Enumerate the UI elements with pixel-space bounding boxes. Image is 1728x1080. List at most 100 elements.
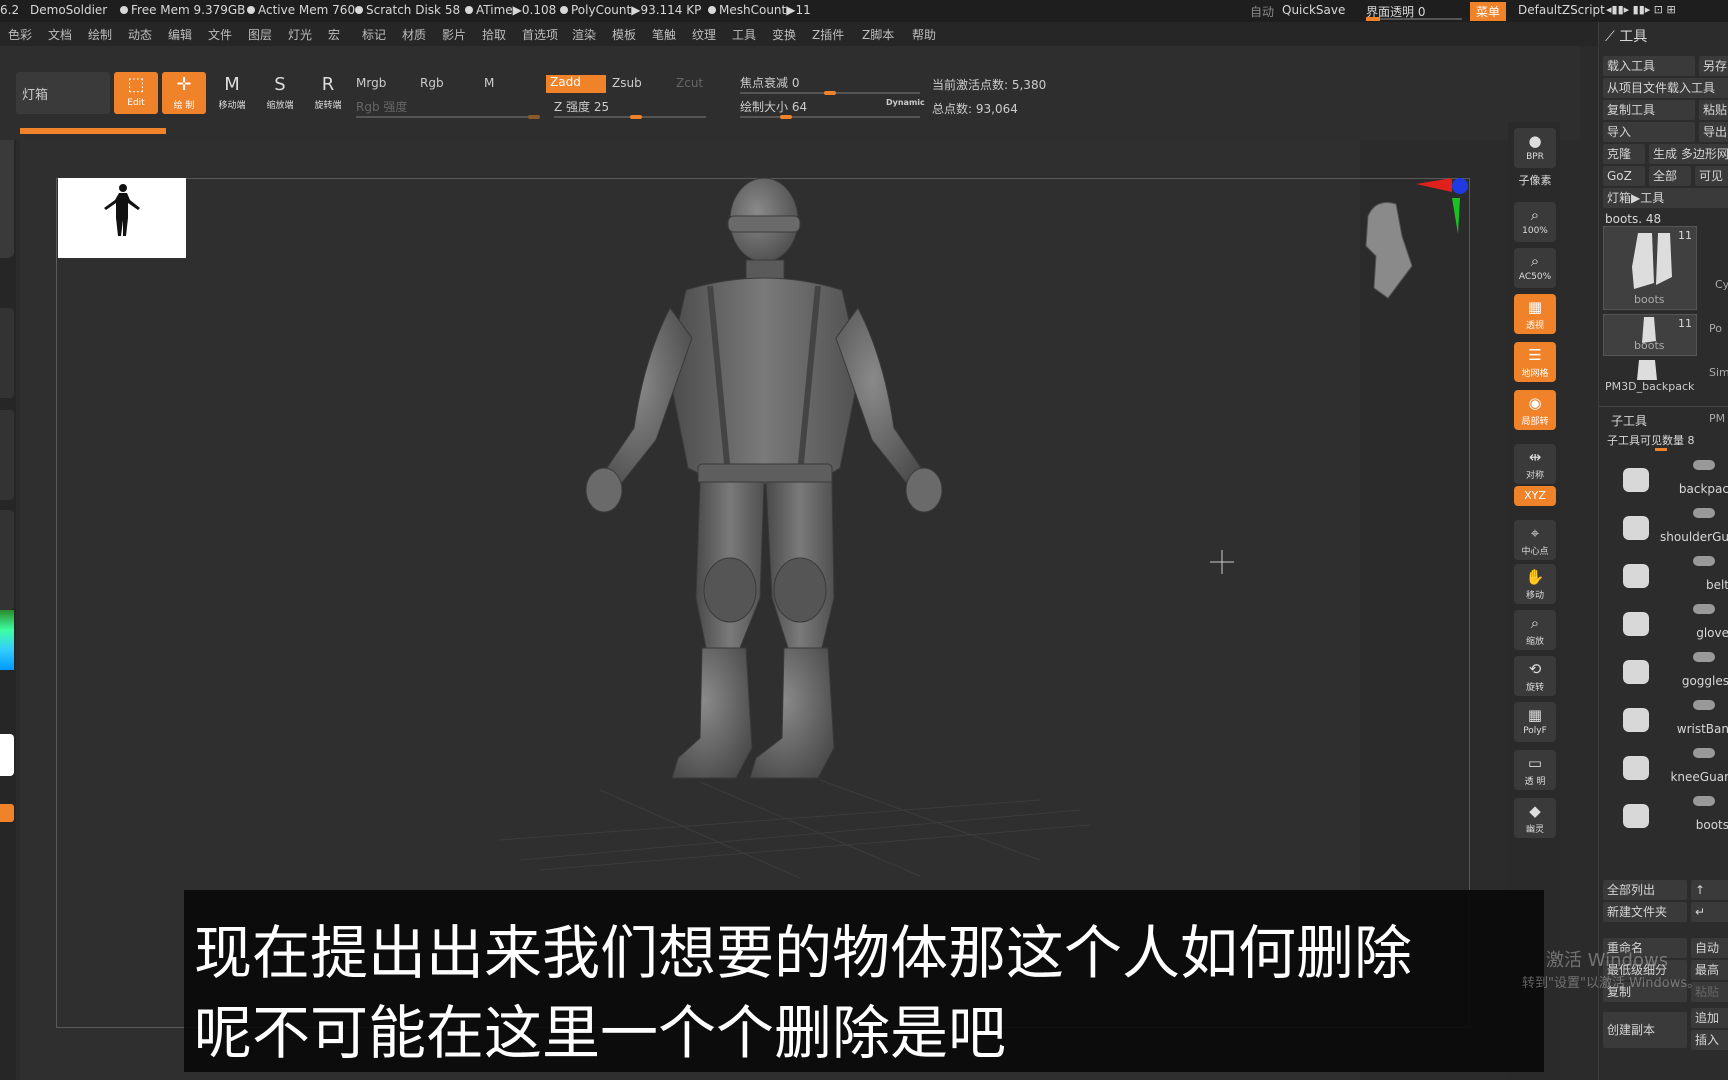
zadd-button[interactable]: Zadd [546, 75, 606, 93]
menu-item-18[interactable]: 工具 [732, 26, 756, 43]
subtool-row[interactable]: boots [1603, 792, 1728, 836]
lightbox-tools-button[interactable]: 灯箱▶工具 [1603, 188, 1728, 208]
menu-item-4[interactable]: 编辑 [168, 26, 192, 43]
subtool-visibility-toggle[interactable] [1693, 652, 1715, 662]
rgb-intensity-track[interactable] [356, 115, 540, 119]
menu-item-2[interactable]: 绘制 [88, 26, 112, 43]
floor-button[interactable]: ☰ 地网格 [1514, 342, 1556, 382]
mrgb-button[interactable]: Mrgb [356, 76, 386, 94]
list-all-button[interactable]: 全部列出 [1603, 880, 1687, 900]
menu-item-3[interactable]: 动态 [128, 26, 152, 43]
focal-shift-track[interactable] [740, 91, 920, 95]
goz-all-button[interactable]: 全部 [1649, 166, 1691, 186]
tool-thumbnail-boots-2[interactable]: boots 11 [1603, 314, 1697, 356]
subtool-visibility-toggle[interactable] [1693, 700, 1715, 710]
append-button[interactable]: 追加 [1691, 1008, 1728, 1028]
menu-item-9[interactable]: 标记 [362, 26, 386, 43]
import-button[interactable]: 导入 [1603, 122, 1695, 142]
make-polymesh-button[interactable]: 生成 多边形网 [1649, 144, 1728, 164]
export-button[interactable]: 导出 [1699, 122, 1728, 142]
goz-visible-button[interactable]: 可见 [1695, 166, 1728, 186]
switch-color-button[interactable] [0, 804, 14, 822]
zoom-ac50-button[interactable]: ⌕ AC50% [1514, 248, 1556, 288]
rgb-button[interactable]: Rgb [420, 76, 444, 94]
menu-item-17[interactable]: 纹理 [692, 26, 716, 43]
edit-button[interactable]: ⬚ Edit [114, 72, 158, 114]
orientation-gizmo[interactable] [1360, 176, 1468, 306]
navigator-thumbnail[interactable] [58, 178, 186, 258]
tool-thumbnail-boots[interactable]: boots 11 [1603, 226, 1697, 310]
menu-item-19[interactable]: 变换 [772, 26, 796, 43]
polyframe-button[interactable]: ▦ PolyF [1514, 702, 1556, 742]
symmetry-button[interactable]: ⇹ 对称 [1514, 444, 1556, 484]
subtool-row[interactable]: backpac [1603, 456, 1728, 500]
subtool-visibility-toggle[interactable] [1693, 796, 1715, 806]
menu-item-14[interactable]: 渲染 [572, 26, 596, 43]
menu-item-8[interactable]: 宏 [328, 26, 340, 43]
rotate-view-button[interactable]: ⟲ 旋转 [1514, 656, 1556, 696]
ui-transparency-track[interactable] [1366, 17, 1462, 21]
texture-thumbnail[interactable] [0, 510, 14, 610]
menu-item-20[interactable]: Z插件 [812, 26, 844, 43]
menu-button[interactable]: 菜单 [1470, 2, 1507, 21]
zsub-button[interactable]: Zsub [612, 76, 642, 94]
m-button[interactable]: M [484, 76, 494, 94]
subtool-row[interactable]: kneeGuar [1603, 744, 1728, 788]
subtool-visibility-toggle[interactable] [1693, 460, 1715, 470]
paste-tool-button[interactable]: 粘贴 [1699, 100, 1728, 120]
subtool-row[interactable]: shoulderGu [1603, 504, 1728, 548]
frame-button[interactable]: ⌖ 中心点 [1514, 520, 1556, 560]
menu-item-5[interactable]: 文件 [208, 26, 232, 43]
menu-item-15[interactable]: 模板 [612, 26, 636, 43]
draw-button[interactable]: ✛ 绘 制 [162, 72, 206, 114]
visible-count-slider[interactable] [1655, 448, 1667, 451]
color-picker[interactable] [0, 610, 14, 670]
z-intensity-track[interactable] [554, 115, 706, 119]
perspective-button[interactable]: ▦ 透视 [1514, 294, 1556, 334]
clone-button[interactable]: 克隆 [1603, 144, 1645, 164]
draw-size-track[interactable] [740, 115, 920, 119]
menu-item-10[interactable]: 材质 [402, 26, 426, 43]
subtool-visibility-toggle[interactable] [1693, 508, 1715, 518]
rotate-button[interactable]: R 旋转端 [306, 72, 350, 114]
insert-button[interactable]: 插入 [1691, 1030, 1728, 1050]
copy-tool-button[interactable]: 复制工具 [1603, 100, 1695, 120]
menu-item-16[interactable]: 笔触 [652, 26, 676, 43]
ghost-button[interactable]: ◆ 幽灵 [1514, 798, 1556, 838]
script-name[interactable]: DefaultZScript [1518, 3, 1605, 17]
menu-item-11[interactable]: 影片 [442, 26, 466, 43]
subtool-row[interactable]: glove [1603, 600, 1728, 644]
menu-item-22[interactable]: 帮助 [912, 26, 936, 43]
lightbox-button[interactable]: 灯箱 [16, 72, 110, 114]
brush-thumbnail[interactable] [0, 128, 14, 258]
scale-button[interactable]: S 缩放端 [258, 72, 302, 114]
move-view-button[interactable]: ✋ 移动 [1514, 564, 1556, 604]
menu-item-13[interactable]: 首选项 [522, 26, 558, 43]
draw-size-slider[interactable]: 绘制大小 64 [740, 98, 807, 116]
stroke-thumbnail[interactable] [0, 308, 14, 398]
menu-item-6[interactable]: 图层 [248, 26, 272, 43]
menu-item-12[interactable]: 拾取 [482, 26, 506, 43]
load-tool-button[interactable]: 载入工具 [1603, 56, 1695, 76]
alpha-thumbnail[interactable] [0, 410, 14, 500]
menu-item-7[interactable]: 灯光 [288, 26, 312, 43]
rgb-intensity-slider[interactable]: Rgb 强度 [356, 98, 407, 116]
transparent-button[interactable]: ▭ 透 明 [1514, 750, 1556, 790]
quicksave-button[interactable]: QuickSave [1282, 3, 1345, 17]
arrow-return-button[interactable]: ↵ [1691, 902, 1728, 922]
tool-thumbnail-backpack[interactable]: PM3D_backpack [1603, 358, 1697, 398]
load-from-project-button[interactable]: 从项目文件载入工具 [1603, 78, 1728, 98]
create-copy-button[interactable]: 创建副本 [1603, 1012, 1687, 1048]
xyz-button[interactable]: XYZ [1514, 486, 1556, 506]
main-color-swatch[interactable] [0, 734, 14, 776]
soldier-model[interactable] [560, 178, 1000, 868]
bpr-button[interactable]: ● BPR [1514, 128, 1556, 168]
local-rotate-button[interactable]: ◉ 局部转 [1514, 390, 1556, 430]
dynamic-toggle[interactable]: Dynamic [886, 98, 925, 116]
menu-item-0[interactable]: 色彩 [8, 26, 32, 43]
move-button[interactable]: M 移动端 [210, 72, 254, 114]
scale-view-button[interactable]: ⌕ 缩放 [1514, 610, 1556, 650]
menu-item-1[interactable]: 文档 [48, 26, 72, 43]
focal-shift-slider[interactable]: 焦点衰减 0 [740, 74, 799, 92]
arrow-up-button[interactable]: ↑ [1691, 880, 1728, 900]
